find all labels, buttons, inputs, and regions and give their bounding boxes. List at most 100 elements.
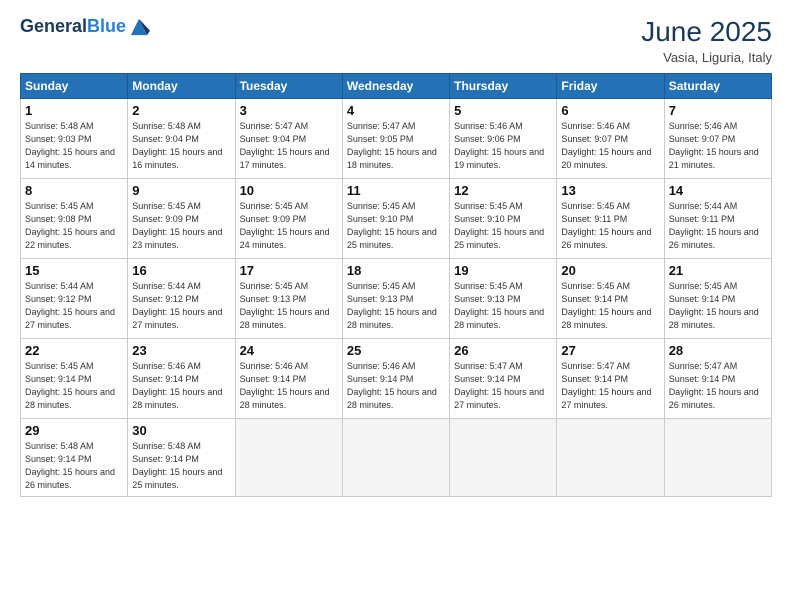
- day-number: 12: [454, 183, 552, 198]
- day-number: 13: [561, 183, 659, 198]
- day-number: 9: [132, 183, 230, 198]
- day-number: 4: [347, 103, 445, 118]
- table-row: 8 Sunrise: 5:45 AMSunset: 9:08 PMDaylight…: [21, 179, 128, 259]
- day-info: Sunrise: 5:45 AMSunset: 9:13 PMDaylight:…: [454, 281, 544, 330]
- day-number: 19: [454, 263, 552, 278]
- day-number: 16: [132, 263, 230, 278]
- table-row: 7Sunrise: 5:46 AMSunset: 9:07 PMDaylight…: [664, 99, 771, 179]
- day-number: 5: [454, 103, 552, 118]
- day-number: 23: [132, 343, 230, 358]
- table-row: 24Sunrise: 5:46 AMSunset: 9:14 PMDayligh…: [235, 339, 342, 419]
- calendar-week-row: 1Sunrise: 5:48 AMSunset: 9:03 PMDaylight…: [21, 99, 772, 179]
- calendar-week-row: 15 Sunrise: 5:44 AMSunset: 9:12 PMDayligh…: [21, 259, 772, 339]
- day-info: Sunrise: 5:46 AMSunset: 9:14 PMDaylight:…: [132, 361, 222, 410]
- day-info: Sunrise: 5:46 AMSunset: 9:07 PMDaylight:…: [561, 121, 651, 170]
- col-saturday: Saturday: [664, 74, 771, 99]
- day-info: Sunrise: 5:48 AMSunset: 9:03 PMDaylight:…: [25, 121, 115, 170]
- day-info: Sunrise: 5:45 AMSunset: 9:13 PMDaylight:…: [347, 281, 437, 330]
- table-row: 17 Sunrise: 5:45 AMSunset: 9:13 PMDayligh…: [235, 259, 342, 339]
- table-row: 16 Sunrise: 5:44 AMSunset: 9:12 PMDayligh…: [128, 259, 235, 339]
- day-info: Sunrise: 5:45 AMSunset: 9:09 PMDaylight:…: [132, 201, 222, 250]
- table-row: 6 Sunrise: 5:46 AMSunset: 9:07 PMDaylight…: [557, 99, 664, 179]
- calendar-week-row: 22Sunrise: 5:45 AMSunset: 9:14 PMDayligh…: [21, 339, 772, 419]
- calendar-header-row: Sunday Monday Tuesday Wednesday Thursday…: [21, 74, 772, 99]
- col-tuesday: Tuesday: [235, 74, 342, 99]
- calendar-week-row: 29Sunrise: 5:48 AMSunset: 9:14 PMDayligh…: [21, 419, 772, 497]
- day-number: 28: [669, 343, 767, 358]
- table-row: 9 Sunrise: 5:45 AMSunset: 9:09 PMDaylight…: [128, 179, 235, 259]
- day-number: 22: [25, 343, 123, 358]
- day-number: 17: [240, 263, 338, 278]
- col-thursday: Thursday: [450, 74, 557, 99]
- col-friday: Friday: [557, 74, 664, 99]
- day-info: Sunrise: 5:46 AMSunset: 9:06 PMDaylight:…: [454, 121, 544, 170]
- day-info: Sunrise: 5:45 AMSunset: 9:11 PMDaylight:…: [561, 201, 651, 250]
- day-number: 14: [669, 183, 767, 198]
- table-row: 29Sunrise: 5:48 AMSunset: 9:14 PMDayligh…: [21, 419, 128, 497]
- table-row: 25 Sunrise: 5:46 AMSunset: 9:14 PMDayligh…: [342, 339, 449, 419]
- table-row: [235, 419, 342, 497]
- table-row: 20 Sunrise: 5:45 AMSunset: 9:14 PMDayligh…: [557, 259, 664, 339]
- table-row: 11 Sunrise: 5:45 AMSunset: 9:10 PMDayligh…: [342, 179, 449, 259]
- day-number: 18: [347, 263, 445, 278]
- table-row: 21Sunrise: 5:45 AMSunset: 9:14 PMDayligh…: [664, 259, 771, 339]
- day-number: 26: [454, 343, 552, 358]
- table-row: 10 Sunrise: 5:45 AMSunset: 9:09 PMDayligh…: [235, 179, 342, 259]
- table-row: 27 Sunrise: 5:47 AMSunset: 9:14 PMDayligh…: [557, 339, 664, 419]
- day-number: 10: [240, 183, 338, 198]
- day-number: 7: [669, 103, 767, 118]
- table-row: 14 Sunrise: 5:44 AMSunset: 9:11 PMDayligh…: [664, 179, 771, 259]
- logo: GeneralBlue: [20, 16, 150, 38]
- table-row: 15Sunrise: 5:44 AMSunset: 9:12 PMDayligh…: [21, 259, 128, 339]
- day-info: Sunrise: 5:45 AMSunset: 9:10 PMDaylight:…: [347, 201, 437, 250]
- day-number: 25: [347, 343, 445, 358]
- day-number: 15: [25, 263, 123, 278]
- table-row: 18 Sunrise: 5:45 AMSunset: 9:13 PMDayligh…: [342, 259, 449, 339]
- table-row: 13 Sunrise: 5:45 AMSunset: 9:11 PMDayligh…: [557, 179, 664, 259]
- table-row: [342, 419, 449, 497]
- day-info: Sunrise: 5:45 AMSunset: 9:14 PMDaylight:…: [561, 281, 651, 330]
- day-info: Sunrise: 5:48 AMSunset: 9:14 PMDaylight:…: [132, 441, 222, 490]
- day-number: 30: [132, 423, 230, 438]
- table-row: 2Sunrise: 5:48 AMSunset: 9:04 PMDaylight…: [128, 99, 235, 179]
- table-row: 3Sunrise: 5:47 AMSunset: 9:04 PMDaylight…: [235, 99, 342, 179]
- table-row: [664, 419, 771, 497]
- day-info: Sunrise: 5:44 AMSunset: 9:11 PMDaylight:…: [669, 201, 759, 250]
- day-info: Sunrise: 5:47 AMSunset: 9:14 PMDaylight:…: [454, 361, 544, 410]
- day-number: 6: [561, 103, 659, 118]
- day-info: Sunrise: 5:45 AMSunset: 9:08 PMDaylight:…: [25, 201, 115, 250]
- logo-text: GeneralBlue: [20, 17, 126, 37]
- day-number: 27: [561, 343, 659, 358]
- day-number: 2: [132, 103, 230, 118]
- day-info: Sunrise: 5:45 AMSunset: 9:14 PMDaylight:…: [669, 281, 759, 330]
- table-row: [450, 419, 557, 497]
- table-row: 23 Sunrise: 5:46 AMSunset: 9:14 PMDayligh…: [128, 339, 235, 419]
- day-info: Sunrise: 5:47 AMSunset: 9:14 PMDaylight:…: [669, 361, 759, 410]
- day-number: 24: [240, 343, 338, 358]
- calendar-table: Sunday Monday Tuesday Wednesday Thursday…: [20, 73, 772, 497]
- day-info: Sunrise: 5:45 AMSunset: 9:13 PMDaylight:…: [240, 281, 330, 330]
- day-info: Sunrise: 5:47 AMSunset: 9:05 PMDaylight:…: [347, 121, 437, 170]
- day-info: Sunrise: 5:48 AMSunset: 9:14 PMDaylight:…: [25, 441, 115, 490]
- logo-icon: [128, 16, 150, 38]
- table-row: 22Sunrise: 5:45 AMSunset: 9:14 PMDayligh…: [21, 339, 128, 419]
- day-number: 3: [240, 103, 338, 118]
- day-number: 11: [347, 183, 445, 198]
- table-row: 12Sunrise: 5:45 AMSunset: 9:10 PMDayligh…: [450, 179, 557, 259]
- table-row: 30 Sunrise: 5:48 AMSunset: 9:14 PMDayligh…: [128, 419, 235, 497]
- day-number: 20: [561, 263, 659, 278]
- col-sunday: Sunday: [21, 74, 128, 99]
- page: GeneralBlue June 2025 Vasia, Liguria, It…: [0, 0, 792, 612]
- day-info: Sunrise: 5:46 AMSunset: 9:14 PMDaylight:…: [347, 361, 437, 410]
- calendar-week-row: 8 Sunrise: 5:45 AMSunset: 9:08 PMDaylight…: [21, 179, 772, 259]
- table-row: 19 Sunrise: 5:45 AMSunset: 9:13 PMDayligh…: [450, 259, 557, 339]
- col-monday: Monday: [128, 74, 235, 99]
- table-row: 28 Sunrise: 5:47 AMSunset: 9:14 PMDayligh…: [664, 339, 771, 419]
- day-number: 8: [25, 183, 123, 198]
- title-block: June 2025 Vasia, Liguria, Italy: [641, 16, 772, 65]
- day-info: Sunrise: 5:47 AMSunset: 9:14 PMDaylight:…: [561, 361, 651, 410]
- table-row: 1Sunrise: 5:48 AMSunset: 9:03 PMDaylight…: [21, 99, 128, 179]
- table-row: 26 Sunrise: 5:47 AMSunset: 9:14 PMDayligh…: [450, 339, 557, 419]
- day-info: Sunrise: 5:44 AMSunset: 9:12 PMDaylight:…: [132, 281, 222, 330]
- day-info: Sunrise: 5:45 AMSunset: 9:09 PMDaylight:…: [240, 201, 330, 250]
